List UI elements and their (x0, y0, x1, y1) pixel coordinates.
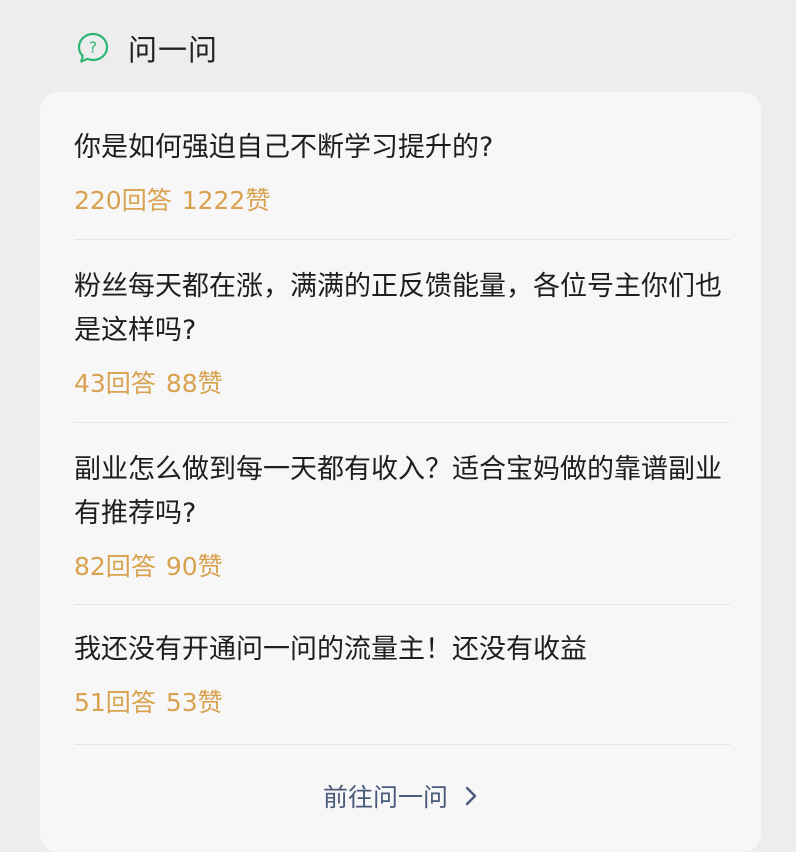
answer-count: 220回答 (74, 186, 172, 215)
question-stats: 43回答 88赞 (74, 367, 730, 401)
like-count: 90赞 (165, 552, 223, 581)
go-to-ask-label[interactable]: 前往问一问 (323, 778, 448, 814)
divider (74, 604, 730, 605)
divider (74, 239, 730, 240)
question-item[interactable]: 你是如何强迫自己不断学习提升的? 220回答 1222赞 (74, 126, 730, 218)
svg-text:?: ? (89, 39, 97, 57)
question-stats: 51回答 53赞 (74, 686, 730, 720)
answer-count: 82回答 (74, 552, 156, 581)
section-header: ? 问一问 (76, 28, 218, 68)
go-to-ask-link[interactable]: 前往问一问 (40, 778, 761, 814)
question-title[interactable]: 副业怎么做到每一天都有收入？适合宝妈做的靠谱副业有推荐吗? (74, 448, 730, 536)
divider (74, 744, 730, 745)
question-item[interactable]: 粉丝每天都在涨，满满的正反馈能量，各位号主你们也是这样吗? 43回答 88赞 (74, 265, 730, 401)
question-stats: 220回答 1222赞 (74, 184, 730, 218)
question-bubble-icon: ? (77, 32, 109, 63)
section-title: 问一问 (128, 33, 219, 67)
like-count: 53赞 (165, 688, 223, 717)
question-title[interactable]: 粉丝每天都在涨，满满的正反馈能量，各位号主你们也是这样吗? (74, 265, 730, 353)
question-item[interactable]: 我还没有开通问一问的流量主！还没有收益 51回答 53赞 (74, 628, 730, 720)
like-count: 88赞 (165, 369, 223, 398)
chevron-right-icon (465, 786, 477, 806)
question-stats: 82回答 90赞 (74, 550, 730, 584)
question-title[interactable]: 我还没有开通问一问的流量主！还没有收益 (74, 628, 730, 672)
question-title[interactable]: 你是如何强迫自己不断学习提升的? (74, 126, 730, 170)
question-item[interactable]: 副业怎么做到每一天都有收入？适合宝妈做的靠谱副业有推荐吗? 82回答 90赞 (74, 448, 730, 584)
answer-count: 51回答 (74, 688, 156, 717)
questions-card: 你是如何强迫自己不断学习提升的? 220回答 1222赞 粉丝每天都在涨，满满的正… (40, 92, 761, 852)
divider (74, 422, 730, 423)
like-count: 1222赞 (181, 186, 271, 215)
answer-count: 43回答 (74, 369, 156, 398)
